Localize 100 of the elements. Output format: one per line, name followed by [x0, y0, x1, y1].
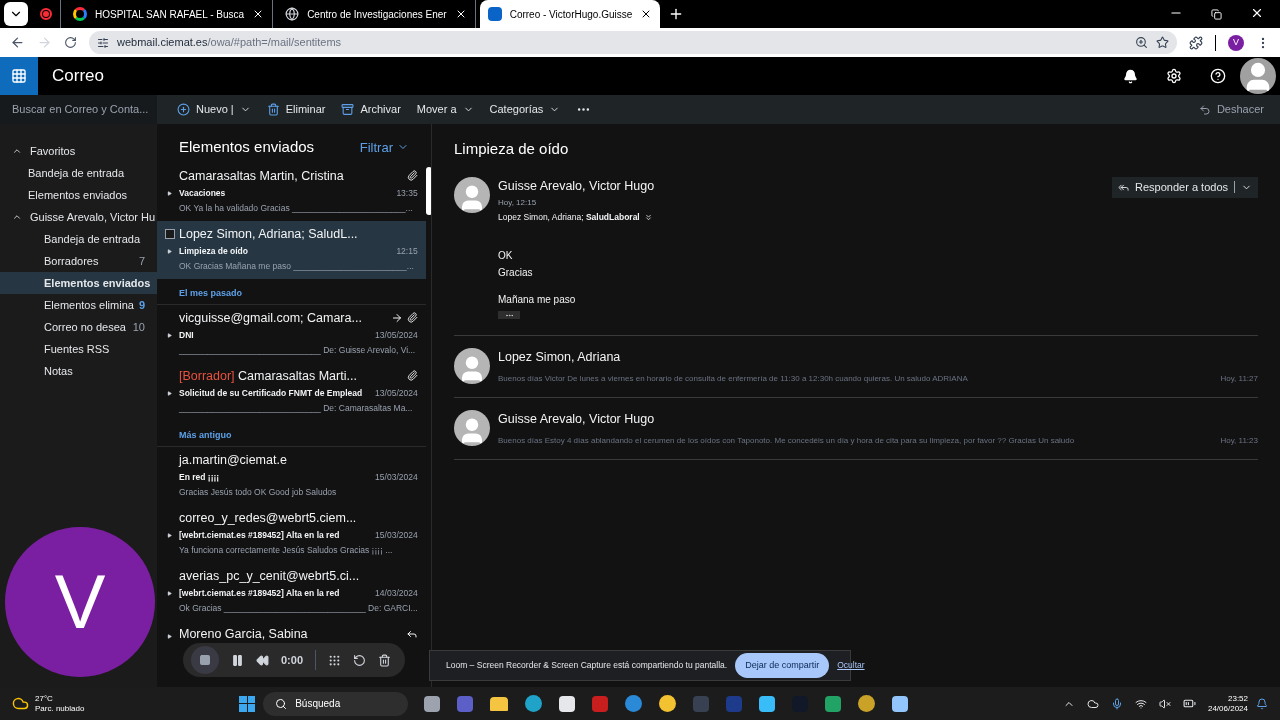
restart-icon[interactable]	[353, 653, 367, 667]
record-icon	[40, 8, 52, 20]
reply-all-button[interactable]: Responder a todos	[1112, 176, 1258, 198]
expand-arrow-icon[interactable]	[167, 248, 172, 254]
restore-icon[interactable]	[1211, 9, 1222, 20]
app-icon[interactable]	[424, 695, 441, 712]
app-icon[interactable]	[559, 695, 576, 712]
folder-item[interactable]: Bandeja de entrada	[0, 228, 157, 250]
folder-count: 10	[132, 319, 145, 335]
grid-icon[interactable]	[328, 653, 342, 667]
taskbar-search[interactable]: Búsqueda	[263, 691, 409, 716]
folder-item[interactable]: Notas	[0, 360, 157, 382]
expand-icon[interactable]	[643, 213, 653, 223]
folder-item[interactable]: Elementos enviados	[0, 272, 157, 294]
mic-icon[interactable]	[1110, 697, 1123, 710]
recipients: Lopez Simon, Adriana; SaludLaboral	[498, 211, 640, 224]
filter-button[interactable]: Filtrar	[359, 137, 409, 157]
bookmark-star-icon[interactable]	[1156, 36, 1169, 49]
profile-avatar[interactable]: V	[1228, 34, 1244, 51]
message-item[interactable]: Moreno Garcia, Sabina	[157, 620, 426, 643]
folder-item[interactable]: Correo no desea 10	[0, 316, 157, 338]
expand-arrow-icon[interactable]	[167, 590, 172, 596]
stop-button[interactable]	[191, 646, 219, 674]
toolbar-button[interactable]: Nuevo |	[177, 101, 251, 118]
mute-icon[interactable]	[1158, 697, 1171, 710]
toolbar-button[interactable]: Archivar	[341, 101, 401, 118]
zoom-icon[interactable]	[1135, 36, 1148, 49]
folder-item[interactable]: Elementos elimina 9	[0, 294, 157, 316]
reload-icon[interactable]	[64, 36, 77, 49]
folder-item[interactable]: Elementos enviados	[0, 184, 157, 206]
message-item[interactable]: vicguisse@gmail.com; Camara... DNI 13/05/2024 ______________________________ De: Guisse Arevalo, Vi...	[157, 304, 426, 363]
folder-group[interactable]: Guisse Arevalo, Victor Hu	[0, 206, 157, 228]
expand-arrow-icon[interactable]	[167, 332, 172, 338]
message-subject: Limpieza de oído	[179, 244, 249, 258]
round-app-icon[interactable]	[659, 695, 677, 712]
sender-name: averias_pc_y_cenit@webrt5.ci...	[179, 567, 361, 585]
expand-arrow-icon[interactable]	[167, 190, 172, 196]
trash-icon[interactable]	[378, 653, 392, 667]
hide-link[interactable]: Ocultar	[837, 659, 865, 672]
settings-icon[interactable]	[1166, 68, 1182, 84]
bell-icon[interactable]	[1123, 68, 1138, 84]
app-icon[interactable]	[759, 695, 776, 712]
stop-sharing-button[interactable]: Dejar de compartir	[735, 652, 830, 679]
tab-list-button[interactable]	[4, 2, 28, 26]
round-app-icon[interactable]	[625, 695, 643, 712]
browser-tab[interactable]: Correo - VictorHugo.Guisse	[479, 0, 661, 28]
close-window-icon[interactable]	[1250, 6, 1264, 20]
sender-name: ja.martin@ciemat.e	[179, 451, 288, 469]
back-icon[interactable]	[10, 35, 25, 50]
toolbar-button[interactable]: Mover a	[416, 101, 474, 118]
user-avatar[interactable]	[1240, 58, 1276, 94]
group-header: Más antiguo	[179, 429, 232, 440]
message-preview: OK Gracias Mañana me paso ________________________...	[179, 259, 415, 273]
checkbox[interactable]	[165, 228, 175, 239]
message-item[interactable]: correo_y_redes@webrt5.ciem... [webrt.ciemat.es #189452] Alta en la red 15/03/2024 Ya funciona correctamente Jesús Saludos Gracias ¡¡¡¡ ...	[157, 504, 426, 563]
message-preview: ______________________________ De: Camarasaltas Ma...	[179, 401, 414, 415]
message-time: Hoy, 11:23	[1220, 434, 1258, 447]
app-launcher-button[interactable]	[0, 57, 38, 95]
collapsed-message[interactable]: Guisse Arevalo, Victor Hugo Buenos días Estoy 4 días ablandando el cerumen de los oídos con Taponoto. Me concedéis un día y hora de cita para su limpieza, por favor ?? Gracias Un saludo Hoy, 11:23	[454, 397, 1258, 460]
expand-arrow-icon[interactable]	[167, 532, 172, 538]
message-item[interactable]: Camarasaltas Martin, Cristina Vacaciones 13:35 OK Ya la ha validado Gracias ________________________...	[157, 162, 426, 221]
weather-icon[interactable]	[12, 695, 29, 712]
cloud-icon[interactable]	[1086, 697, 1099, 710]
show-more-button[interactable]	[498, 311, 520, 319]
toolbar-button[interactable]: Categorías	[489, 101, 561, 118]
folder-title: Elementos enviados	[179, 137, 316, 157]
folder-item[interactable]: Fuentes RSS	[0, 338, 157, 360]
folder-item[interactable]: Borradores 7	[0, 250, 157, 272]
message-item[interactable]: Lopez Simon, Adriana; SaludL... Limpieza de oído 12:15 OK Gracias Mañana me paso ________________________...	[157, 220, 426, 279]
message-preview: Ok Gracias ______________________________ De: GARCI...	[179, 601, 418, 615]
site-settings-icon[interactable]	[97, 36, 109, 49]
wifi-icon[interactable]	[1134, 697, 1147, 710]
message-item[interactable]: averias_pc_y_cenit@webrt5.ci... [webrt.ciemat.es #189452] Alta en la red 14/03/2024 Ok Gracias ______________________________ De: GARCI...	[157, 562, 426, 621]
folder-icon[interactable]	[490, 696, 509, 711]
address-bar[interactable]: webmail.ciemat.es/owa/#path=/mail/sentitems	[89, 31, 1177, 54]
extensions-icon[interactable]	[1189, 35, 1203, 50]
search-field[interactable]: Buscar en Correo y Conta...	[0, 95, 157, 124]
folder-group[interactable]: Favoritos	[0, 140, 157, 162]
collapsed-message[interactable]: Lopez Simon, Adriana Buenos días Victor De lunes a viernes en horario de consulta de enfermería de 11:30 a 12:30h cuando quieras. Un saludo ADRIANA Hoy, 11:27	[454, 336, 1258, 398]
notifications-icon[interactable]	[1256, 697, 1268, 710]
start-icon[interactable]	[239, 695, 256, 712]
g-logo-icon	[73, 7, 87, 21]
expand-arrow-icon[interactable]	[167, 390, 172, 396]
toolbar-button[interactable]: Eliminar	[266, 101, 326, 118]
folder-item[interactable]: Bandeja de entrada	[0, 162, 157, 184]
help-icon[interactable]	[1210, 68, 1226, 84]
rewind-icon[interactable]	[256, 653, 269, 667]
message-date: 13/05/2024	[375, 386, 418, 400]
message-item[interactable]: ja.martin@ciemat.e En red ¡¡¡¡ 15/03/2024 Gracias Jesús todo OK Good job Saludos	[157, 446, 426, 505]
round-app-icon[interactable]	[858, 695, 876, 712]
pause-icon[interactable]	[231, 653, 244, 667]
expand-arrow-icon[interactable]	[167, 633, 172, 639]
message-item[interactable]: [Borrador] Camarasaltas Marti... Solicitud de su Certificado FNMT de Emplead 13/05/2024 ______________________________ De: Camarasaltas Ma...	[157, 362, 426, 421]
round-app-icon[interactable]	[525, 695, 543, 712]
battery-icon[interactable]	[1182, 697, 1196, 710]
app-icon[interactable]	[892, 695, 909, 712]
undo-button[interactable]: Deshacer	[1198, 101, 1264, 118]
sender-name: Lopez Simon, Adriana	[498, 349, 622, 366]
message-preview: Buenos días Victor De lunes a viernes en horario de consulta de enfermería de 11:30 a 12:30h cuando quieras. Un saludo ADRIANA	[498, 372, 969, 385]
message-subject: [webrt.ciemat.es #189452] Alta en la red	[179, 528, 341, 542]
